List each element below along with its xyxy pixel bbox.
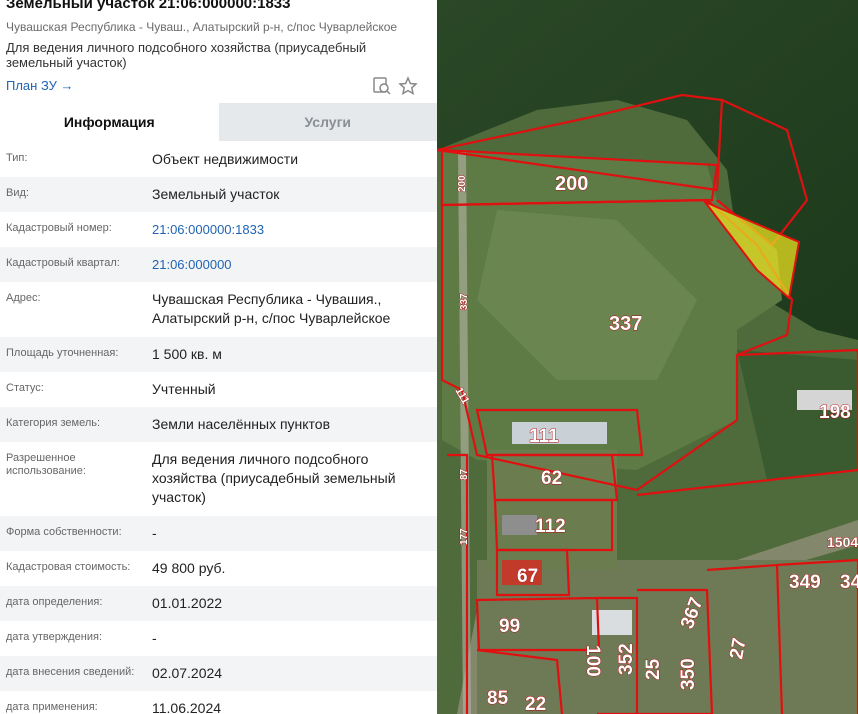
row-value: 01.01.2022 (152, 595, 223, 611)
page-title: Земельный участок 21:06:000000:1833 (6, 0, 291, 12)
row-label: Адрес: (6, 292, 41, 304)
plan-link[interactable]: План ЗУ → (6, 78, 74, 93)
tab-services[interactable]: Услуги (218, 103, 437, 141)
search-doc-icon[interactable] (372, 76, 392, 96)
row-label: Категория земель: (6, 417, 101, 429)
tab-information[interactable]: Информация (0, 103, 219, 141)
row-label: Площадь уточненная: (6, 347, 119, 359)
parcel-label: 67 (517, 566, 538, 587)
parcel-label: 200 (555, 173, 588, 195)
row-value: - (152, 630, 157, 646)
parcel-label: 177 (459, 528, 470, 545)
roof (502, 515, 537, 535)
row-label: Разрешенное использование: (6, 452, 86, 477)
purpose-text: Для ведения личного подсобного хозяйства… (6, 40, 367, 70)
parcel-label: 198 (819, 402, 851, 423)
info-panel: Земельный участок 21:06:000000:1833 Чува… (0, 0, 437, 714)
roof (512, 422, 607, 444)
row-label: дата применения: (6, 701, 98, 713)
row-type: Тип: Объект недвижимости (0, 142, 437, 177)
row-cadastral-value: Кадастровая стоимость: 49 800 руб. (0, 551, 437, 586)
parcel-label: 34 (840, 572, 858, 593)
row-value: Чувашская Республика - Чувашия., Алатырс… (152, 291, 391, 326)
row-label: Кадастровый номер: (6, 222, 112, 234)
row-cadastral-quarter: Кадастровый квартал: 21:06:000000 (0, 247, 437, 282)
row-address: Адрес: Чувашская Республика - Чувашия., … (0, 282, 437, 337)
row-label: Статус: (6, 382, 44, 394)
tab-bar: Информация Услуги (0, 103, 437, 141)
parcel-label: 111 (529, 426, 559, 447)
parcel-label: 62 (541, 468, 562, 489)
parcel-label: 85 (487, 688, 509, 709)
parcel-label: 337 (459, 293, 470, 310)
parcel-label: 25 (643, 658, 664, 680)
star-icon[interactable] (398, 76, 418, 96)
row-value: Для ведения личного подсобного хозяйства… (152, 451, 396, 505)
parcel-label: 112 (535, 516, 566, 537)
parcel-label: 99 (499, 616, 520, 637)
parcel-label: 349 (789, 572, 821, 593)
cadastral-quarter-link[interactable]: 21:06:000000 (152, 255, 422, 274)
row-label: дата определения: (6, 596, 103, 608)
row-value: Объект недвижимости (152, 151, 299, 167)
row-value: 02.07.2024 (152, 665, 223, 681)
parcel-label: 100 (582, 645, 603, 677)
parcel-label: 22 (525, 694, 546, 714)
row-value: Земли населённых пунктов (152, 416, 331, 432)
row-kind: Вид: Земельный участок (0, 177, 437, 212)
row-permitted-use: Разрешенное использование: Для ведения л… (0, 442, 437, 516)
parcel-label: 1504 (827, 534, 858, 550)
row-label: дата утверждения: (6, 631, 103, 643)
row-ownership: Форма собственности: - (0, 516, 437, 551)
row-date-applied: дата применения: 11.06.2024 (0, 691, 437, 714)
row-value: - (152, 525, 157, 541)
row-label: Тип: (6, 152, 28, 164)
location-subtitle: Чувашская Республика - Чуваш., Алатырски… (6, 20, 398, 34)
row-cadastral-number: Кадастровый номер: 21:06:000000:1833 (0, 212, 437, 247)
row-value: Учтенный (152, 381, 216, 397)
parcel-label: 337 (609, 313, 642, 335)
row-land-category: Категория земель: Земли населённых пункт… (0, 407, 437, 442)
row-date-determined: дата определения: 01.01.2022 (0, 586, 437, 621)
row-label: дата внесения сведений: (6, 666, 135, 678)
row-date-approved: дата утверждения: - (0, 621, 437, 656)
row-value: 49 800 руб. (152, 560, 226, 576)
parcel-label: 352 (616, 643, 637, 675)
row-label: Вид: (6, 187, 29, 199)
row-value: 1 500 кв. м (152, 346, 222, 362)
parcel-label: 200 (457, 175, 468, 192)
row-label: Кадастровый квартал: (6, 257, 120, 269)
row-area: Площадь уточненная: 1 500 кв. м (0, 337, 437, 372)
row-value: 11.06.2024 (152, 700, 222, 714)
property-table: Тип: Объект недвижимости Вид: Земельный … (0, 142, 437, 714)
parcel-label: 27 (726, 636, 750, 660)
parcel-label: 350 (678, 658, 699, 690)
parcel-label: 87 (459, 468, 470, 480)
row-value: Земельный участок (152, 186, 280, 202)
row-label: Кадастровая стоимость: (6, 561, 131, 573)
cadastral-number-link[interactable]: 21:06:000000:1833 (152, 220, 422, 239)
row-status: Статус: Учтенный (0, 372, 437, 407)
cadastral-map[interactable]: 200 200 337 337 111 111 198 87 62 112 17… (437, 0, 858, 714)
row-date-entered: дата внесения сведений: 02.07.2024 (0, 656, 437, 691)
row-label: Форма собственности: (6, 526, 122, 538)
